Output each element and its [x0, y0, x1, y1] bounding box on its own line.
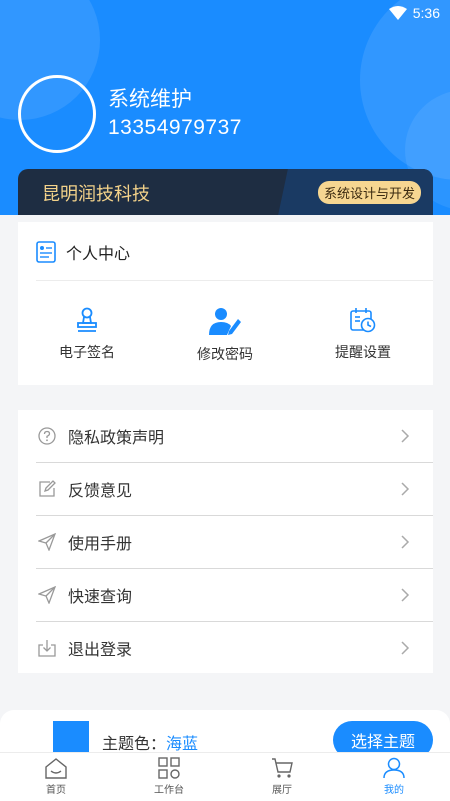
cart-icon	[272, 758, 293, 778]
tab-mine[interactable]: 我的	[349, 757, 439, 796]
menu-item-label: 反馈意见	[68, 481, 133, 500]
menu-item-label: 快速查询	[68, 587, 133, 606]
menu-item-label: 退出登录	[68, 640, 133, 659]
quick-action-label: 修改密码	[197, 347, 253, 363]
menu-item-logout[interactable]: 退出登录	[18, 622, 433, 674]
user-edit-icon	[209, 308, 241, 335]
theme-value: 海蓝	[166, 734, 199, 753]
company-name: 昆明润技科技	[42, 184, 150, 205]
menu-list: 隐私政策声明 反馈意见 使用手册 快速查询 退出登录	[18, 410, 433, 673]
avatar[interactable]	[18, 75, 96, 153]
quick-action-change-password[interactable]: 修改密码	[156, 307, 294, 364]
menu-item-feedback[interactable]: 反馈意见	[18, 463, 433, 515]
tab-home[interactable]: 首页	[11, 757, 101, 796]
menu-item-user-manual[interactable]: 使用手册	[18, 516, 433, 568]
menu-item-label: 使用手册	[68, 534, 133, 553]
profile-card-icon	[36, 241, 56, 263]
banner-badge: 系统设计与开发	[317, 181, 421, 204]
question-circle-icon	[38, 427, 56, 445]
quick-action-label: 电子签名	[59, 345, 115, 361]
tab-label: 工作台	[154, 785, 184, 796]
menu-item-quick-search[interactable]: 快速查询	[18, 569, 433, 621]
quick-action-signature[interactable]: 电子签名	[18, 307, 156, 362]
tab-label: 首页	[46, 785, 66, 796]
menu-item-privacy-policy[interactable]: 隐私政策声明	[18, 410, 433, 462]
personal-center-card: 个人中心 电子签名 修改密码 提醒设置	[18, 222, 433, 385]
bottom-tab-bar: 首页 工作台 展厅 我的	[0, 752, 450, 801]
theme-label-text: 主题色：	[102, 734, 167, 753]
quick-action-reminder[interactable]: 提醒设置	[294, 307, 432, 362]
menu-item-label: 隐私政策声明	[68, 428, 165, 447]
chevron-right-icon	[401, 588, 410, 602]
chevron-right-icon	[401, 641, 410, 655]
edit-icon	[39, 480, 56, 497]
tab-label: 我的	[384, 785, 404, 796]
status-bar: 5:36	[388, 2, 440, 24]
company-banner: 昆明润技科技 系统设计与开发	[18, 169, 433, 215]
chevron-right-icon	[401, 482, 410, 496]
home-icon	[45, 758, 67, 779]
stamp-icon	[77, 307, 97, 332]
tab-label: 展厅	[272, 785, 292, 796]
send-icon	[38, 533, 56, 551]
user-icon	[383, 757, 405, 779]
personal-center-header[interactable]: 个人中心	[36, 240, 130, 264]
chevron-right-icon	[401, 429, 410, 443]
tab-workbench[interactable]: 工作台	[124, 757, 214, 796]
profile-header: 5:36 系统维护 13354979737 昆明润技科技 系统设计与开发	[0, 0, 450, 215]
calendar-clock-icon	[350, 308, 376, 333]
download-icon	[38, 640, 56, 657]
grid-icon	[158, 757, 180, 779]
user-name: 系统维护	[108, 87, 192, 111]
wifi-icon	[388, 6, 407, 20]
theme-label: 主题色：海蓝	[102, 730, 198, 754]
chevron-right-icon	[401, 535, 410, 549]
personal-center-title: 个人中心	[66, 244, 131, 263]
status-time: 5:36	[412, 5, 440, 21]
tab-showroom[interactable]: 展厅	[237, 757, 327, 796]
quick-action-label: 提醒设置	[335, 345, 391, 361]
divider	[36, 280, 433, 281]
user-phone: 13354979737	[108, 116, 242, 139]
send-icon	[38, 586, 56, 604]
